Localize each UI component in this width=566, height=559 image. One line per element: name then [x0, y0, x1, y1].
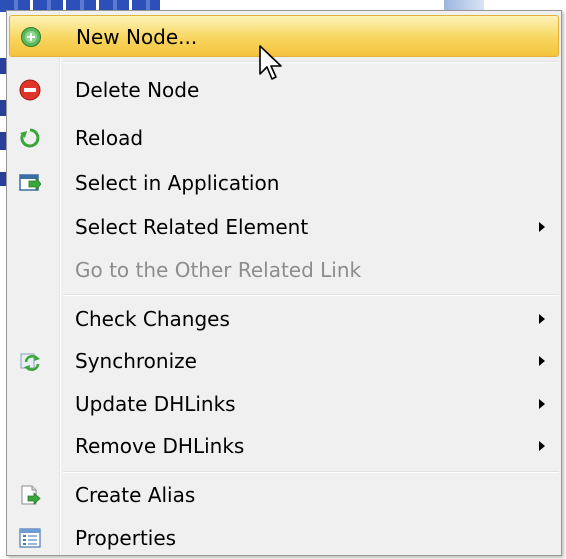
submenu-arrow-icon: [539, 356, 545, 366]
menu-item-label: Update DHLinks: [75, 392, 236, 416]
submenu-arrow-icon: [539, 314, 545, 324]
menu-item-go-to-other-related-link: Go to the Other Related Link: [9, 249, 559, 291]
menu-item-label: Synchronize: [75, 349, 197, 373]
menu-item-select-in-application[interactable]: Select in Application: [9, 162, 559, 204]
menu-separator: [63, 61, 559, 63]
reload-icon: [20, 128, 40, 148]
menu-item-synchronize[interactable]: Synchronize: [9, 340, 559, 382]
menu-separator: [63, 294, 559, 296]
create-alias-icon: [21, 485, 41, 505]
menu-item-remove-dhlinks[interactable]: Remove DHLinks: [9, 425, 559, 467]
menu-item-label: Delete Node: [75, 78, 200, 102]
select-in-application-icon: [19, 174, 41, 192]
synchronize-icon: [20, 353, 40, 371]
menu-item-properties[interactable]: Properties: [9, 517, 559, 559]
menu-item-check-changes[interactable]: Check Changes: [9, 298, 559, 340]
menu-item-label: Remove DHLinks: [75, 434, 245, 458]
add-circle-icon: [21, 27, 41, 47]
menu-item-label: Select in Application: [75, 171, 280, 195]
submenu-arrow-icon: [539, 222, 545, 232]
menu-item-label: Check Changes: [75, 307, 230, 331]
menu-item-label: Create Alias: [75, 483, 196, 507]
menu-item-reload[interactable]: Reload: [9, 117, 559, 159]
menu-item-update-dhlinks[interactable]: Update DHLinks: [9, 383, 559, 425]
submenu-arrow-icon: [539, 399, 545, 409]
menu-separator: [63, 471, 559, 473]
mouse-pointer-icon: [259, 45, 282, 80]
delete-circle-icon: [19, 79, 41, 101]
properties-icon: [19, 528, 41, 548]
menu-item-label: Reload: [75, 126, 144, 150]
submenu-arrow-icon: [539, 441, 545, 451]
menu-item-select-related-element[interactable]: Select Related Element: [9, 206, 559, 248]
menu-item-label: Properties: [75, 526, 177, 550]
context-menu: New Node... Delete Node Reload Select in…: [6, 10, 562, 556]
menu-item-create-alias[interactable]: Create Alias: [9, 474, 559, 516]
menu-item-label: Go to the Other Related Link: [75, 258, 362, 282]
menu-item-label: New Node...: [76, 25, 198, 49]
menu-item-label: Select Related Element: [75, 215, 309, 239]
